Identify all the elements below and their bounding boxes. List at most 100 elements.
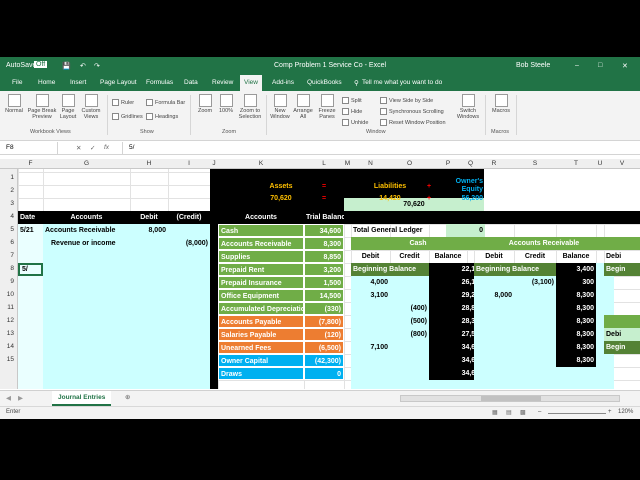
restore-icon[interactable]: □ bbox=[598, 62, 602, 69]
ar-balance[interactable]: 8,300 bbox=[556, 341, 596, 354]
ar-balance[interactable]: 300 bbox=[556, 276, 596, 289]
close-icon[interactable]: ✕ bbox=[622, 62, 628, 70]
row-header[interactable]: 9 bbox=[10, 278, 14, 285]
cash-credit[interactable]: (400) bbox=[390, 302, 429, 315]
cash-credit[interactable] bbox=[390, 341, 429, 354]
tb-account-name[interactable]: Salaries Payable bbox=[218, 328, 304, 341]
tb-balance[interactable]: 34,600 bbox=[304, 224, 344, 237]
col-header[interactable]: M bbox=[344, 160, 351, 167]
zoom-level[interactable]: 120% bbox=[618, 409, 633, 415]
freeze-panes-button[interactable]: Freeze Panes bbox=[315, 94, 339, 120]
col-header[interactable]: O bbox=[390, 160, 429, 167]
tab-view[interactable]: View bbox=[240, 75, 262, 91]
journal-credit[interactable]: (8,000) bbox=[168, 237, 210, 250]
tb-account-name[interactable]: Prepaid Insurance bbox=[218, 276, 304, 289]
cash-debit[interactable] bbox=[351, 302, 390, 315]
arrange-all-button[interactable]: Arrange All bbox=[292, 94, 314, 120]
synchronous-scrolling-button[interactable]: Synchronous Scrolling bbox=[380, 108, 444, 115]
col-header[interactable]: N bbox=[351, 160, 390, 167]
split-button[interactable]: Split bbox=[342, 97, 362, 104]
journal-account[interactable]: Accounts Receivable bbox=[43, 224, 130, 237]
prev-sheet-icon[interactable]: ◀ bbox=[6, 394, 11, 402]
tell-me-box[interactable]: Tell me what you want to do bbox=[362, 79, 442, 86]
col-header[interactable]: S bbox=[514, 160, 556, 167]
active-cell[interactable]: 5/ bbox=[18, 263, 43, 276]
row-header[interactable]: 8 bbox=[10, 265, 14, 272]
row-header[interactable]: 7 bbox=[10, 252, 14, 259]
scrollbar-thumb[interactable] bbox=[481, 396, 541, 401]
ar-debit[interactable] bbox=[474, 328, 514, 341]
row-header[interactable]: 5 bbox=[10, 226, 14, 233]
tb-account-name[interactable]: Office Equipment bbox=[218, 289, 304, 302]
view-side-by-side-button[interactable]: View Side by Side bbox=[380, 97, 433, 104]
col-header[interactable]: J bbox=[210, 160, 218, 167]
zoom-out-icon[interactable]: – bbox=[538, 409, 541, 415]
cash-debit[interactable]: 3,100 bbox=[351, 289, 390, 302]
col-header[interactable]: T bbox=[556, 160, 596, 167]
col-header[interactable]: Q bbox=[467, 160, 474, 167]
ledger-partial-beginning[interactable]: Begin bbox=[604, 263, 640, 276]
row-header[interactable]: 6 bbox=[10, 239, 14, 246]
ar-debit[interactable] bbox=[474, 302, 514, 315]
hide-button[interactable]: Hide bbox=[342, 108, 362, 115]
cash-credit[interactable] bbox=[390, 354, 429, 367]
switch-windows-button[interactable]: Switch Windows bbox=[455, 94, 481, 120]
redo-icon[interactable]: ↷ bbox=[94, 62, 100, 70]
cash-debit[interactable] bbox=[351, 354, 390, 367]
total-gl-label[interactable]: Total General Ledger bbox=[351, 224, 446, 237]
save-icon[interactable]: 💾 bbox=[62, 62, 71, 70]
ar-credit[interactable]: (3,100) bbox=[514, 276, 556, 289]
total-gl-value[interactable]: 0 bbox=[446, 224, 485, 237]
unhide-button[interactable]: Unhide bbox=[342, 119, 368, 126]
row-header[interactable]: 4 bbox=[10, 213, 14, 220]
page-layout-button[interactable]: Page Layout bbox=[58, 94, 78, 120]
ruler-checkbox[interactable]: Ruler bbox=[112, 99, 134, 106]
tb-balance[interactable]: (7,800) bbox=[304, 315, 344, 328]
row-header[interactable]: 10 bbox=[7, 291, 14, 298]
next-sheet-icon[interactable]: ▶ bbox=[18, 394, 23, 402]
user-name[interactable]: Bob Steele bbox=[516, 62, 550, 69]
ar-debit[interactable] bbox=[474, 276, 514, 289]
custom-views-button[interactable]: Custom Views bbox=[79, 94, 103, 120]
tab-formulas[interactable]: Formulas bbox=[146, 79, 173, 86]
zoom-100-button[interactable]: 100% bbox=[217, 94, 235, 114]
tb-balance[interactable]: (330) bbox=[304, 302, 344, 315]
ar-credit[interactable] bbox=[514, 302, 556, 315]
zoom-to-selection-button[interactable]: Zoom to Selection bbox=[236, 94, 264, 120]
tb-balance[interactable]: 3,200 bbox=[304, 263, 344, 276]
ar-debit[interactable] bbox=[474, 354, 514, 367]
ledger-partial-beginning[interactable]: Begin bbox=[604, 341, 640, 354]
tb-account-name[interactable]: Owner Capital bbox=[218, 354, 304, 367]
tab-insert[interactable]: Insert bbox=[70, 79, 86, 86]
cash-credit[interactable] bbox=[390, 289, 429, 302]
gridlines-checkbox[interactable]: Gridlines bbox=[112, 113, 143, 120]
tab-data[interactable]: Data bbox=[184, 79, 198, 86]
page-break-view-icon[interactable]: ▩ bbox=[520, 409, 526, 416]
zoom-button[interactable]: Zoom bbox=[194, 94, 216, 114]
cash-debit[interactable] bbox=[351, 367, 390, 380]
normal-view-icon[interactable]: ▦ bbox=[492, 409, 498, 416]
row-header[interactable]: 13 bbox=[7, 330, 14, 337]
col-header[interactable]: U bbox=[596, 160, 604, 167]
ar-balance[interactable]: 8,300 bbox=[556, 315, 596, 328]
function-icon[interactable]: fx bbox=[104, 144, 109, 151]
tb-balance[interactable]: (42,300) bbox=[304, 354, 344, 367]
ar-balance[interactable]: 8,300 bbox=[556, 354, 596, 367]
tb-balance[interactable]: (120) bbox=[304, 328, 344, 341]
tb-account-name[interactable]: Unearned Fees bbox=[218, 341, 304, 354]
col-header[interactable]: R bbox=[474, 160, 514, 167]
ledger-partial-title[interactable] bbox=[604, 315, 640, 328]
headings-checkbox[interactable]: Headings bbox=[146, 113, 178, 120]
reset-window-position-button[interactable]: Reset Window Position bbox=[380, 119, 446, 126]
journal-debit[interactable]: 8,000 bbox=[130, 224, 168, 237]
worksheet-grid[interactable]: Assets = Liabilities + Owner's Equity 70,620 = 1… bbox=[18, 169, 640, 389]
name-box[interactable]: F8 bbox=[2, 142, 58, 154]
cash-debit[interactable] bbox=[351, 328, 390, 341]
enter-icon[interactable]: ✓ bbox=[90, 144, 95, 152]
tb-account-name[interactable]: Draws bbox=[218, 367, 304, 380]
formula-bar-checkbox[interactable]: Formula Bar bbox=[146, 99, 185, 106]
ar-balance[interactable]: 8,300 bbox=[556, 328, 596, 341]
cash-debit[interactable] bbox=[351, 315, 390, 328]
ar-credit[interactable] bbox=[514, 341, 556, 354]
ar-beginning-label[interactable]: Beginning Balance bbox=[474, 263, 556, 276]
